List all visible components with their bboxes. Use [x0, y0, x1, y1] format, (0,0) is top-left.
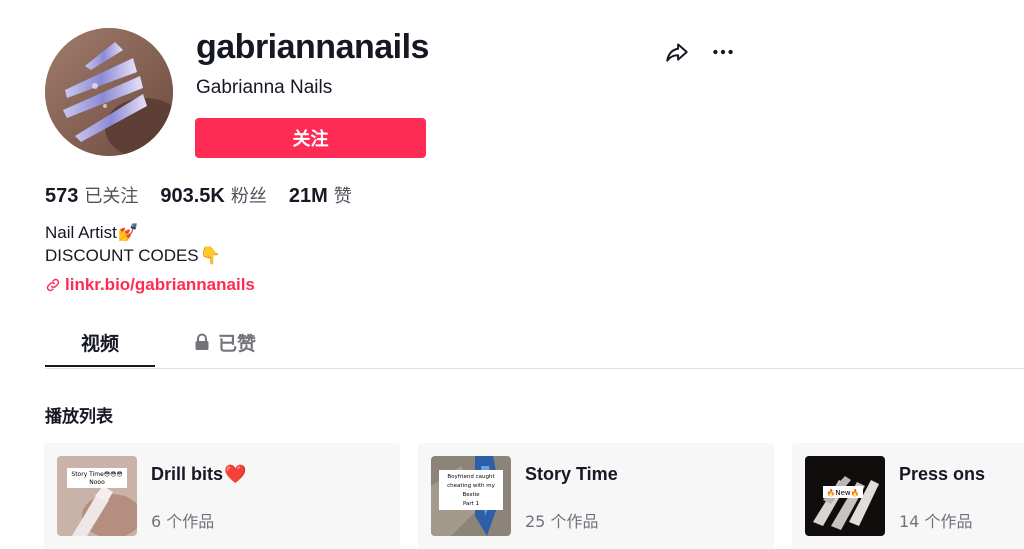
heart-emoji: ❤️ [224, 464, 247, 484]
thumb-caption-1: Boyfriend caught [447, 474, 495, 480]
playlist-thumbnail-image: 🔥New🔥 [805, 456, 885, 536]
avatar[interactable] [45, 28, 173, 156]
following-stat[interactable]: 573 已关注 [45, 184, 138, 209]
more-button[interactable] [707, 36, 739, 68]
nickname: Gabrianna Nails [196, 77, 333, 98]
tab-liked[interactable]: 已赞 [190, 318, 260, 366]
following-label: 已关注 [84, 186, 139, 207]
playlist-card-drill-bits[interactable]: Story Time😳😳😳 Nooo Drill bits ❤️ 6 个作品 [44, 443, 400, 549]
thumb-caption-3: Bestie [462, 492, 480, 498]
bio-link[interactable]: linkr.bio/gabriannanails [45, 275, 255, 295]
likes-count: 21M [288, 185, 328, 207]
playlist-thumbnail-image: Boyfriend caught cheating with my Bestie… [431, 456, 511, 536]
playlist-card-story-time[interactable]: Boyfriend caught cheating with my Bestie… [418, 443, 774, 549]
nail-polish-emoji: 💅 [117, 223, 139, 242]
playlist-thumbnail-image: Story Time😳😳😳 Nooo [57, 456, 137, 536]
playlist-card-press-ons[interactable]: 🔥New🔥 Press ons 14 个作品 [792, 443, 1024, 549]
playlist-count: 6 个作品 [151, 512, 215, 531]
playlist-thumbnail: Story Time😳😳😳 Nooo [57, 456, 137, 536]
bio: Nail Artist 💅 DISCOUNT CODES 👇 [45, 221, 221, 267]
playlist-count: 25 个作品 [525, 512, 599, 531]
link-icon [46, 278, 60, 292]
share-button[interactable] [661, 36, 693, 68]
likes-label: 赞 [333, 186, 352, 207]
followers-label: 粉丝 [230, 186, 267, 207]
thumb-caption-1: 🔥New🔥 [827, 488, 860, 497]
thumb-caption-2: Nooo [89, 479, 105, 486]
playlist-count: 14 个作品 [899, 512, 973, 531]
avatar-image [45, 28, 173, 156]
followers-count: 903.5K [160, 185, 225, 207]
playlists-title: 播放列表 [45, 407, 113, 427]
playlist-name: Story Time [525, 463, 618, 485]
following-count: 573 [45, 185, 79, 207]
follow-button[interactable]: 关注 [195, 118, 426, 158]
more-icon [713, 49, 733, 55]
share-icon [666, 43, 688, 62]
playlist-name-text: Press ons [899, 464, 986, 484]
playlist-name: Drill bits ❤️ [151, 463, 246, 485]
likes-stat: 21M 赞 [289, 184, 352, 209]
playlist-name-text: Drill bits [151, 464, 224, 484]
playlist-name-text: Story Time [525, 464, 618, 484]
point-down-emoji: 👇 [199, 246, 221, 265]
tab-videos-label: 视频 [80, 332, 119, 355]
profile-tabs: 视频 已赞 [45, 318, 1024, 369]
thumb-caption-2: cheating with my [447, 483, 495, 489]
bio-line-2: DISCOUNT CODES 👇 [45, 244, 221, 267]
tab-active-indicator [45, 365, 155, 367]
playlist-thumbnail: 🔥New🔥 [805, 456, 885, 536]
thumb-caption-1: Story Time😳😳😳 [71, 471, 122, 478]
playlist-name: Press ons [899, 463, 985, 485]
playlist-thumbnail: Boyfriend caught cheating with my Bestie… [431, 456, 511, 536]
bio-text-1: Nail Artist [45, 223, 117, 242]
thumb-caption-4: Part 1 [463, 501, 479, 507]
username: gabriannanails [196, 28, 429, 66]
bio-line-1: Nail Artist 💅 [45, 221, 221, 244]
tab-videos[interactable]: 视频 [45, 318, 155, 367]
profile-stats: 573 已关注 903.5K 粉丝 21M 赞 [45, 184, 374, 209]
lock-icon [195, 333, 209, 350]
bio-text-2: DISCOUNT CODES [45, 246, 199, 265]
bio-link-text: linkr.bio/gabriannanails [65, 275, 255, 294]
tab-liked-label: 已赞 [217, 332, 256, 355]
followers-stat[interactable]: 903.5K 粉丝 [160, 184, 267, 209]
